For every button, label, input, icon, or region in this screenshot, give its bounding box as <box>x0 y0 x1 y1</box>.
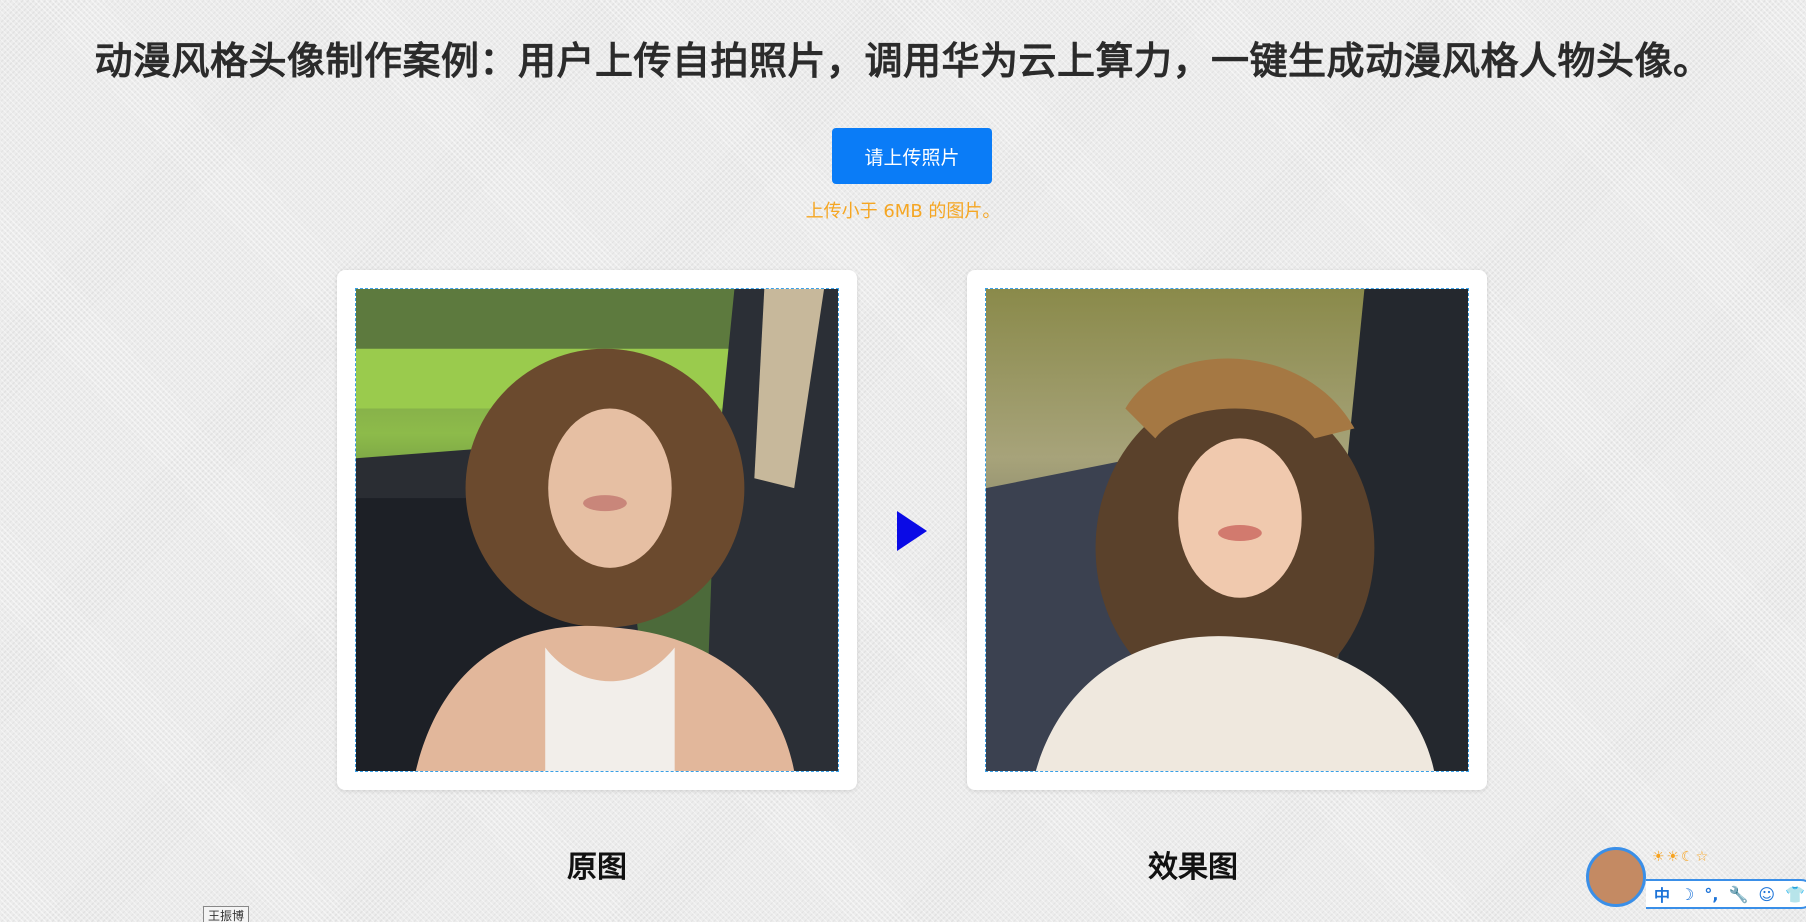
original-photo <box>355 288 839 772</box>
original-image-card <box>337 270 857 790</box>
upload-photo-button[interactable]: 请上传照片 <box>832 128 992 184</box>
result-photo <box>985 288 1469 772</box>
result-caption: 效果图 <box>1148 850 1238 885</box>
ime-chinese-toggle[interactable]: 中 <box>1654 882 1670 906</box>
upload-hint: 上传小于 6MB 的图片。 <box>805 201 1001 222</box>
ime-skin-icons: ☀☀☾☆ <box>1652 849 1711 865</box>
punctuation-icon[interactable]: °, <box>1704 885 1718 904</box>
play-arrow-icon <box>897 511 927 551</box>
username-label: 王振博 <box>203 906 250 922</box>
moon-icon[interactable]: ☽ <box>1680 885 1694 904</box>
result-image-card <box>967 270 1487 790</box>
ime-toolbar[interactable]: ☀☀☾☆ 中 ☽ °, 🔧 ☺ 👕 <box>1586 845 1806 922</box>
wrench-icon[interactable]: 🔧 <box>1728 885 1748 904</box>
page-title: 动漫风格头像制作案例：用户上传自拍照片，调用华为云上算力，一键生成动漫风格人物头… <box>94 39 1712 83</box>
ime-bar[interactable]: 中 ☽ °, 🔧 ☺ 👕 <box>1646 879 1806 909</box>
avatar[interactable] <box>1586 847 1646 907</box>
shirt-icon[interactable]: 👕 <box>1785 885 1805 904</box>
emoji-icon[interactable]: ☺ <box>1758 885 1775 904</box>
original-caption: 原图 <box>567 850 627 885</box>
